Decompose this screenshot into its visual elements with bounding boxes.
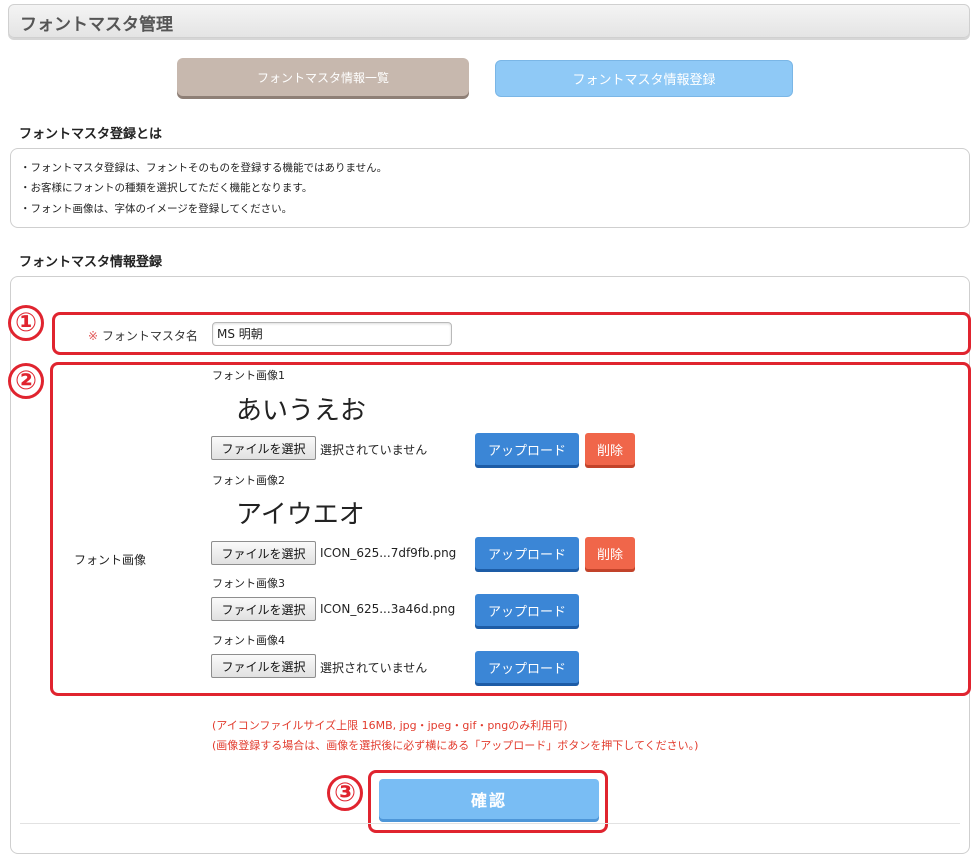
font-image-1-preview: あいうえお	[236, 396, 367, 426]
font-image-1-delete-button[interactable]: 削除	[585, 433, 635, 465]
font-image-2-file-name: ICON_625...7df9fb.png	[320, 546, 457, 560]
font-image-4-label: フォント画像4	[212, 634, 285, 647]
font-image-1-label: フォント画像1	[212, 369, 285, 382]
font-image-4-file-button[interactable]: ファイルを選択	[211, 654, 316, 678]
upload-note-instruction: (画像登録する場合は、画像を選択後に必ず横にある「アップロード」ボタンを押下して…	[212, 739, 699, 752]
font-image-1-upload-button[interactable]: アップロード	[475, 433, 579, 465]
font-image-1-file-button[interactable]: ファイルを選択	[211, 436, 316, 460]
font-master-name-label: ※ フォントマスタ名	[88, 327, 198, 344]
about-line-3: ・フォント画像は、字体のイメージを登録してください。	[20, 203, 293, 215]
about-line-1: ・フォントマスタ登録は、フォントそのものを登録する機能ではありません。	[20, 162, 388, 174]
form-heading: フォントマスタ情報登録	[19, 255, 163, 270]
font-image-section-label: フォント画像	[74, 553, 147, 567]
font-image-3-upload-button[interactable]: アップロード	[475, 594, 579, 626]
font-image-3-file-name: ICON_625...3a46d.png	[320, 602, 456, 616]
about-line-2: ・お客様にフォントの種類を選択してただく機能となります。	[20, 182, 313, 194]
confirm-button[interactable]: 確認	[379, 779, 599, 819]
required-mark: ※	[88, 329, 99, 343]
font-master-name-label-text: フォントマスタ名	[101, 329, 198, 343]
font-image-3-file-button[interactable]: ファイルを選択	[211, 597, 316, 621]
font-image-4-file-name: 選択されていません	[320, 661, 428, 675]
marker-1: ①	[8, 305, 44, 341]
tab-font-master-register[interactable]: フォントマスタ情報登録	[495, 60, 793, 97]
marker-3: ③	[327, 775, 363, 811]
font-image-2-file-button[interactable]: ファイルを選択	[211, 541, 316, 565]
about-heading: フォントマスタ登録とは	[19, 127, 163, 142]
font-image-2-delete-button[interactable]: 削除	[585, 537, 635, 569]
font-image-2-preview: アイウエオ	[236, 500, 365, 530]
marker-2: ②	[8, 363, 44, 399]
upload-note-size: (アイコンファイルサイズ上限 16MB, jpg・jpeg・gif・pngのみ利…	[212, 719, 568, 732]
page-title: フォントマスタ管理	[20, 15, 173, 35]
font-image-3-label: フォント画像3	[212, 577, 285, 590]
font-image-1-file-name: 選択されていません	[320, 443, 428, 457]
font-image-4-upload-button[interactable]: アップロード	[475, 651, 579, 683]
font-image-2-label: フォント画像2	[212, 474, 285, 487]
font-image-2-upload-button[interactable]: アップロード	[475, 537, 579, 569]
annotation-frame-2	[50, 362, 971, 696]
font-master-name-input[interactable]: MS 明朝	[212, 322, 452, 346]
form-divider	[20, 823, 960, 824]
tab-font-master-list[interactable]: フォントマスタ情報一覧	[177, 58, 469, 96]
